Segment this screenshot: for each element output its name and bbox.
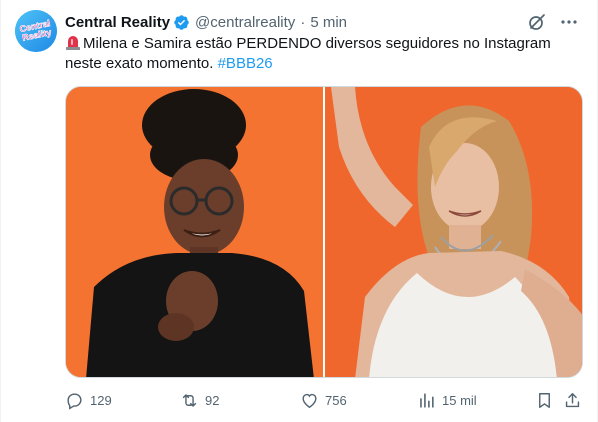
bookmark-icon: [539, 392, 550, 408]
tweet-timestamp[interactable]: 5 min: [310, 14, 347, 31]
author-display-name[interactable]: Central Reality: [65, 14, 170, 31]
tweet-media[interactable]: [65, 86, 583, 378]
views-count: 15 mil: [442, 392, 477, 408]
like-button[interactable]: 756: [300, 388, 347, 412]
author-avatar[interactable]: Central Reality: [15, 10, 57, 52]
tweet[interactable]: Central Reality Central Reality @central…: [0, 0, 598, 422]
views-chart-icon: [420, 392, 434, 408]
retweet-button[interactable]: 92: [180, 388, 219, 412]
separator-dot: ·: [300, 13, 306, 31]
author-handle[interactable]: @centralreality: [195, 14, 295, 31]
share-icon: [565, 392, 580, 407]
photo-right[interactable]: [325, 87, 582, 377]
grok-icon[interactable]: [527, 12, 547, 32]
reply-icon: [67, 392, 82, 410]
views-button[interactable]: 15 mil: [417, 388, 477, 412]
tweet-actions: 129 92 756 15 mil: [65, 388, 585, 412]
tweet-header: Central Reality @centralreality · 5 min: [65, 12, 585, 32]
heart-icon: [302, 393, 317, 408]
more-options-icon[interactable]: [559, 12, 579, 32]
rotating-light-icon: [65, 34, 81, 50]
bookmark-button[interactable]: [535, 388, 554, 412]
photo-left[interactable]: [66, 87, 323, 377]
share-button[interactable]: [563, 388, 582, 412]
hashtag-link[interactable]: #BBB26: [218, 55, 273, 72]
like-count: 756: [325, 392, 347, 408]
photo-right-illustration: [325, 87, 582, 377]
retweet-count: 92: [205, 392, 220, 408]
tweet-text: Milena e Samira estão PERDENDO diversos …: [65, 34, 585, 74]
retweet-icon: [182, 393, 197, 407]
reply-count: 129: [90, 392, 112, 408]
photo-left-illustration: [66, 87, 323, 377]
verified-badge-icon: [173, 14, 190, 31]
tweet-body: Milena e Samira estão PERDENDO diversos …: [65, 35, 551, 72]
reply-button[interactable]: 129: [65, 388, 112, 412]
